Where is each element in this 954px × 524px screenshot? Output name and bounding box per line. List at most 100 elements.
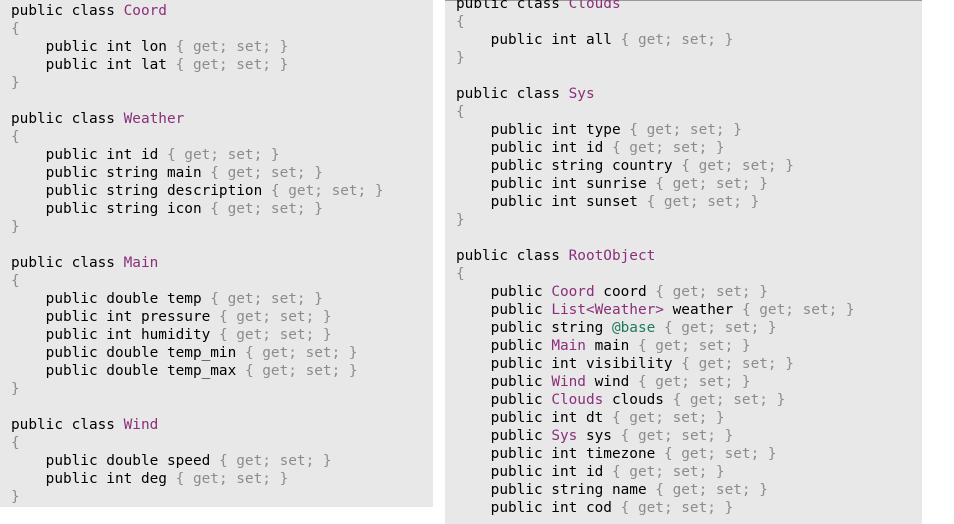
code-line: { bbox=[456, 103, 855, 121]
code-line: public string icon { get; set; } bbox=[11, 200, 384, 218]
code-line: public Sys sys { get; set; } bbox=[456, 427, 855, 445]
code-line: public double speed { get; set; } bbox=[11, 452, 384, 470]
brace: { bbox=[11, 21, 20, 37]
code-line: public int lon { get; set; } bbox=[11, 38, 384, 56]
code-line: public class Coord bbox=[11, 2, 384, 20]
code-token: public class bbox=[456, 86, 569, 102]
code-token: public int visibility bbox=[456, 356, 682, 372]
code-line: public class Weather bbox=[11, 110, 384, 128]
accessor: { get; set; } bbox=[655, 176, 768, 192]
code-token: public bbox=[456, 302, 552, 318]
code-line: public string description { get; set; } bbox=[11, 182, 384, 200]
code-line: public string @base { get; set; } bbox=[456, 319, 855, 337]
code-line: } bbox=[456, 49, 855, 67]
accessor: { get; set; } bbox=[244, 345, 358, 361]
code-line: { bbox=[11, 20, 384, 38]
code-token: public double temp_max bbox=[11, 363, 245, 379]
type-name: Main bbox=[551, 338, 586, 354]
accessor: { get; set; } bbox=[270, 183, 384, 199]
code-line: public string country { get; set; } bbox=[456, 157, 855, 175]
code-line: public Wind wind { get; set; } bbox=[456, 373, 855, 391]
code-line: public int cod { get; set; } bbox=[456, 499, 855, 517]
code-token: public bbox=[456, 284, 552, 300]
accessor: { get; set; } bbox=[663, 320, 777, 336]
brace: { bbox=[11, 273, 20, 289]
code-line: public int id { get; set; } bbox=[11, 146, 384, 164]
code-token: public string icon bbox=[11, 201, 211, 217]
code-line: public int sunrise { get; set; } bbox=[456, 175, 855, 193]
code-line: public double temp { get; set; } bbox=[11, 290, 384, 308]
code-token: public int deg bbox=[11, 471, 176, 487]
code-token: public int cod bbox=[456, 500, 621, 516]
code-token: public string main bbox=[11, 165, 211, 181]
type-name: Coord bbox=[123, 3, 167, 19]
code-line: public int humidity { get; set; } bbox=[11, 326, 384, 344]
code-token: public int pressure bbox=[11, 309, 219, 325]
code-line: } bbox=[11, 488, 384, 506]
code-block: public class Coord{ public int lon { get… bbox=[11, 2, 384, 506]
code-line: } bbox=[11, 74, 384, 92]
accessor: { get; set; } bbox=[620, 32, 734, 48]
brace: } bbox=[11, 381, 20, 397]
code-token: public double temp_min bbox=[11, 345, 245, 361]
accessor: { get; set; } bbox=[175, 57, 289, 73]
code-token: public class bbox=[11, 111, 124, 127]
code-token: public string country bbox=[456, 158, 682, 174]
type-name: Main bbox=[123, 255, 159, 271]
accessor: { get; set; } bbox=[611, 140, 725, 156]
accessor: { get; set; } bbox=[663, 446, 777, 462]
code-token: public int type bbox=[456, 122, 630, 138]
accessor: { get; set; } bbox=[218, 309, 332, 325]
brace: { bbox=[456, 104, 465, 120]
accessor: { get; set; } bbox=[611, 410, 725, 426]
code-line: public int id { get; set; } bbox=[456, 139, 855, 157]
type-name: List<Weather> bbox=[551, 302, 664, 318]
code-token: public class bbox=[456, 248, 569, 264]
code-panel-left: public class Coord{ public int lon { get… bbox=[0, 0, 433, 507]
accessor: { get; set; } bbox=[210, 165, 323, 181]
code-token: public bbox=[456, 338, 552, 354]
code-line: { bbox=[11, 434, 384, 452]
code-token: public bbox=[456, 428, 552, 444]
code-line: public Main main { get; set; } bbox=[456, 337, 855, 355]
type-name: Weather bbox=[123, 111, 185, 127]
accessor: { get; set; } bbox=[672, 392, 786, 408]
accessor: { get; set; } bbox=[646, 194, 760, 210]
brace: } bbox=[11, 489, 20, 505]
accessor: { get; set; } bbox=[655, 482, 768, 498]
accessor: { get; set; } bbox=[218, 453, 332, 469]
accessor: { get; set; } bbox=[637, 338, 751, 354]
code-line: public string main { get; set; } bbox=[11, 164, 384, 182]
accessor: { get; set; } bbox=[681, 356, 794, 372]
brace: { bbox=[11, 129, 20, 145]
code-line: { bbox=[456, 13, 855, 31]
type-name: RootObject bbox=[568, 248, 656, 264]
accessor: { get; set; } bbox=[218, 327, 332, 343]
accessor: { get; set; } bbox=[611, 464, 725, 480]
code-token: public string description bbox=[11, 183, 271, 199]
code-line: public int lat { get; set; } bbox=[11, 56, 384, 74]
accessor: { get; set; } bbox=[210, 291, 323, 307]
code-token: public int lon bbox=[11, 39, 176, 55]
brace: } bbox=[11, 75, 20, 91]
code-token: public bbox=[456, 374, 552, 390]
brace: { bbox=[456, 266, 465, 282]
code-line: public string name { get; set; } bbox=[456, 481, 855, 499]
code-line: } bbox=[11, 380, 384, 398]
accessor: { get; set; } bbox=[637, 374, 751, 390]
code-token: public class bbox=[456, 0, 569, 12]
code-token: public int id bbox=[11, 147, 167, 163]
code-token: public double temp bbox=[11, 291, 211, 307]
code-token: public int id bbox=[456, 140, 612, 156]
code-token: public int timezone bbox=[456, 446, 664, 462]
code-token: public class bbox=[11, 255, 124, 271]
code-line: } bbox=[11, 218, 384, 236]
code-panel-right: public class Clouds{ public int all { ge… bbox=[445, 0, 922, 524]
code-line: public double temp_min { get; set; } bbox=[11, 344, 384, 362]
code-line: public int dt { get; set; } bbox=[456, 409, 855, 427]
code-token: public int id bbox=[456, 464, 612, 480]
type-name: Clouds bbox=[551, 392, 604, 408]
